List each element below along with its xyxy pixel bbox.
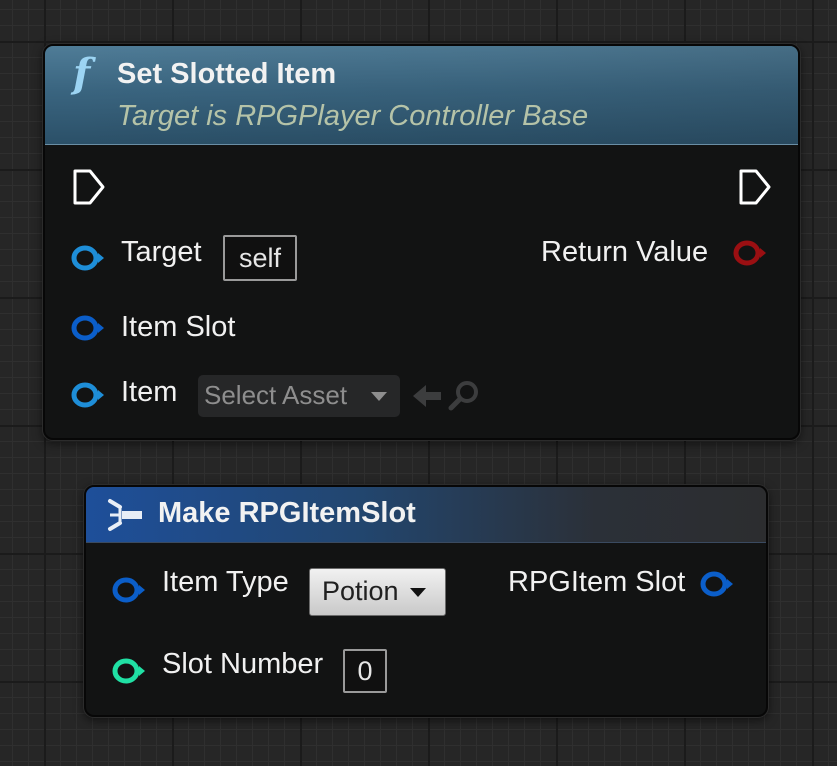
item-type-value: Potion: [322, 576, 399, 606]
node-subtitle: Target is RPGPlayer Controller Base: [117, 100, 589, 132]
slot-number-field[interactable]: 0: [343, 649, 387, 693]
make-struct-icon: [108, 499, 142, 531]
target-label: Target: [121, 236, 202, 268]
slot-number-pin-icon[interactable]: [110, 655, 148, 687]
item-slot-pin-icon[interactable]: [69, 312, 107, 344]
return-value-label: Return Value: [541, 236, 709, 268]
exec-out-pin-icon[interactable]: [737, 168, 773, 206]
select-asset-text: Select Asset: [204, 380, 348, 410]
item-type-pin-icon[interactable]: [110, 574, 148, 606]
node-title: Set Slotted Item: [117, 58, 337, 90]
use-selected-arrow-icon[interactable]: [411, 382, 443, 410]
rpg-item-slot-output-pin-icon[interactable]: [698, 568, 736, 600]
return-value-pin-icon[interactable]: [731, 237, 769, 269]
make-rpg-item-slot-node[interactable]: Make RPGItemSlot Item Type Potion RPGIte…: [84, 485, 768, 717]
slot-number-label: Slot Number: [162, 648, 324, 680]
item-pin-icon[interactable]: [69, 379, 107, 411]
function-icon: f: [73, 50, 91, 97]
set-slotted-item-node[interactable]: f Set Slotted Item Target is RPGPlayer C…: [43, 44, 800, 440]
item-slot-label: Item Slot: [121, 311, 236, 343]
browse-search-icon[interactable]: [447, 380, 481, 412]
target-pin-icon[interactable]: [69, 242, 107, 274]
item-type-label: Item Type: [162, 566, 289, 598]
chevron-down-icon: [371, 392, 387, 401]
item-label: Item: [121, 376, 178, 408]
exec-in-pin-icon[interactable]: [71, 168, 107, 206]
rpg-item-slot-output-label: RPGItem Slot: [508, 566, 686, 598]
target-self-field[interactable]: self: [223, 235, 297, 281]
node-title: Make RPGItemSlot: [158, 497, 416, 529]
chevron-down-icon: [410, 588, 426, 597]
